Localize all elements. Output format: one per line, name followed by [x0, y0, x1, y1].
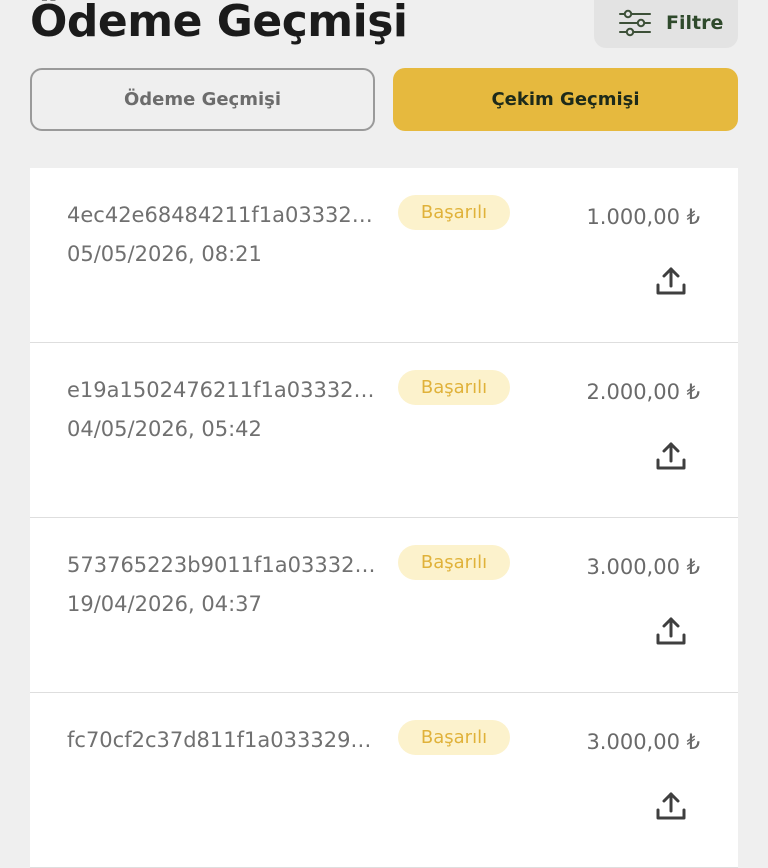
- transaction-row[interactable]: e19a1502476211f1a03332… 04/05/2026, 05:4…: [30, 343, 738, 518]
- share-upload-icon[interactable]: [654, 614, 688, 648]
- transaction-amount: 2.000,00 ₺: [586, 380, 700, 404]
- share-upload-icon[interactable]: [654, 439, 688, 473]
- transaction-row[interactable]: fc70cf2c37d811f1a033329… Başarılı 3.000,…: [30, 693, 738, 868]
- share-upload-icon[interactable]: [654, 264, 688, 298]
- transaction-amount: 3.000,00 ₺: [586, 730, 700, 754]
- transaction-id: fc70cf2c37d811f1a033329…: [67, 728, 372, 752]
- transaction-id: 4ec42e68484211f1a03332…: [67, 203, 373, 227]
- status-badge: Başarılı: [398, 720, 510, 755]
- history-tabs: Ödeme Geçmişi Çekim Geçmişi: [30, 68, 738, 131]
- sliders-icon: [618, 8, 652, 38]
- transaction-id: e19a1502476211f1a03332…: [67, 378, 375, 402]
- transaction-list: 4ec42e68484211f1a03332… 05/05/2026, 08:2…: [30, 168, 738, 868]
- transaction-date: 04/05/2026, 05:42: [67, 417, 262, 441]
- status-badge: Başarılı: [398, 370, 510, 405]
- status-badge: Başarılı: [398, 545, 510, 580]
- transaction-row[interactable]: 573765223b9011f1a03332… 19/04/2026, 04:3…: [30, 518, 738, 693]
- transaction-date: 05/05/2026, 08:21: [67, 242, 262, 266]
- filter-button[interactable]: Filtre: [594, 0, 738, 48]
- transaction-amount: 1.000,00 ₺: [586, 205, 700, 229]
- filter-label: Filtre: [666, 12, 724, 34]
- status-badge: Başarılı: [398, 195, 510, 230]
- transaction-amount: 3.000,00 ₺: [586, 555, 700, 579]
- page-title: Ödeme Geçmişi: [30, 0, 408, 47]
- tab-withdrawal-history[interactable]: Çekim Geçmişi: [393, 68, 738, 131]
- tab-payment-history[interactable]: Ödeme Geçmişi: [30, 68, 375, 131]
- share-upload-icon[interactable]: [654, 789, 688, 823]
- transaction-row[interactable]: 4ec42e68484211f1a03332… 05/05/2026, 08:2…: [30, 168, 738, 343]
- transaction-date: 19/04/2026, 04:37: [67, 592, 262, 616]
- transaction-id: 573765223b9011f1a03332…: [67, 553, 376, 577]
